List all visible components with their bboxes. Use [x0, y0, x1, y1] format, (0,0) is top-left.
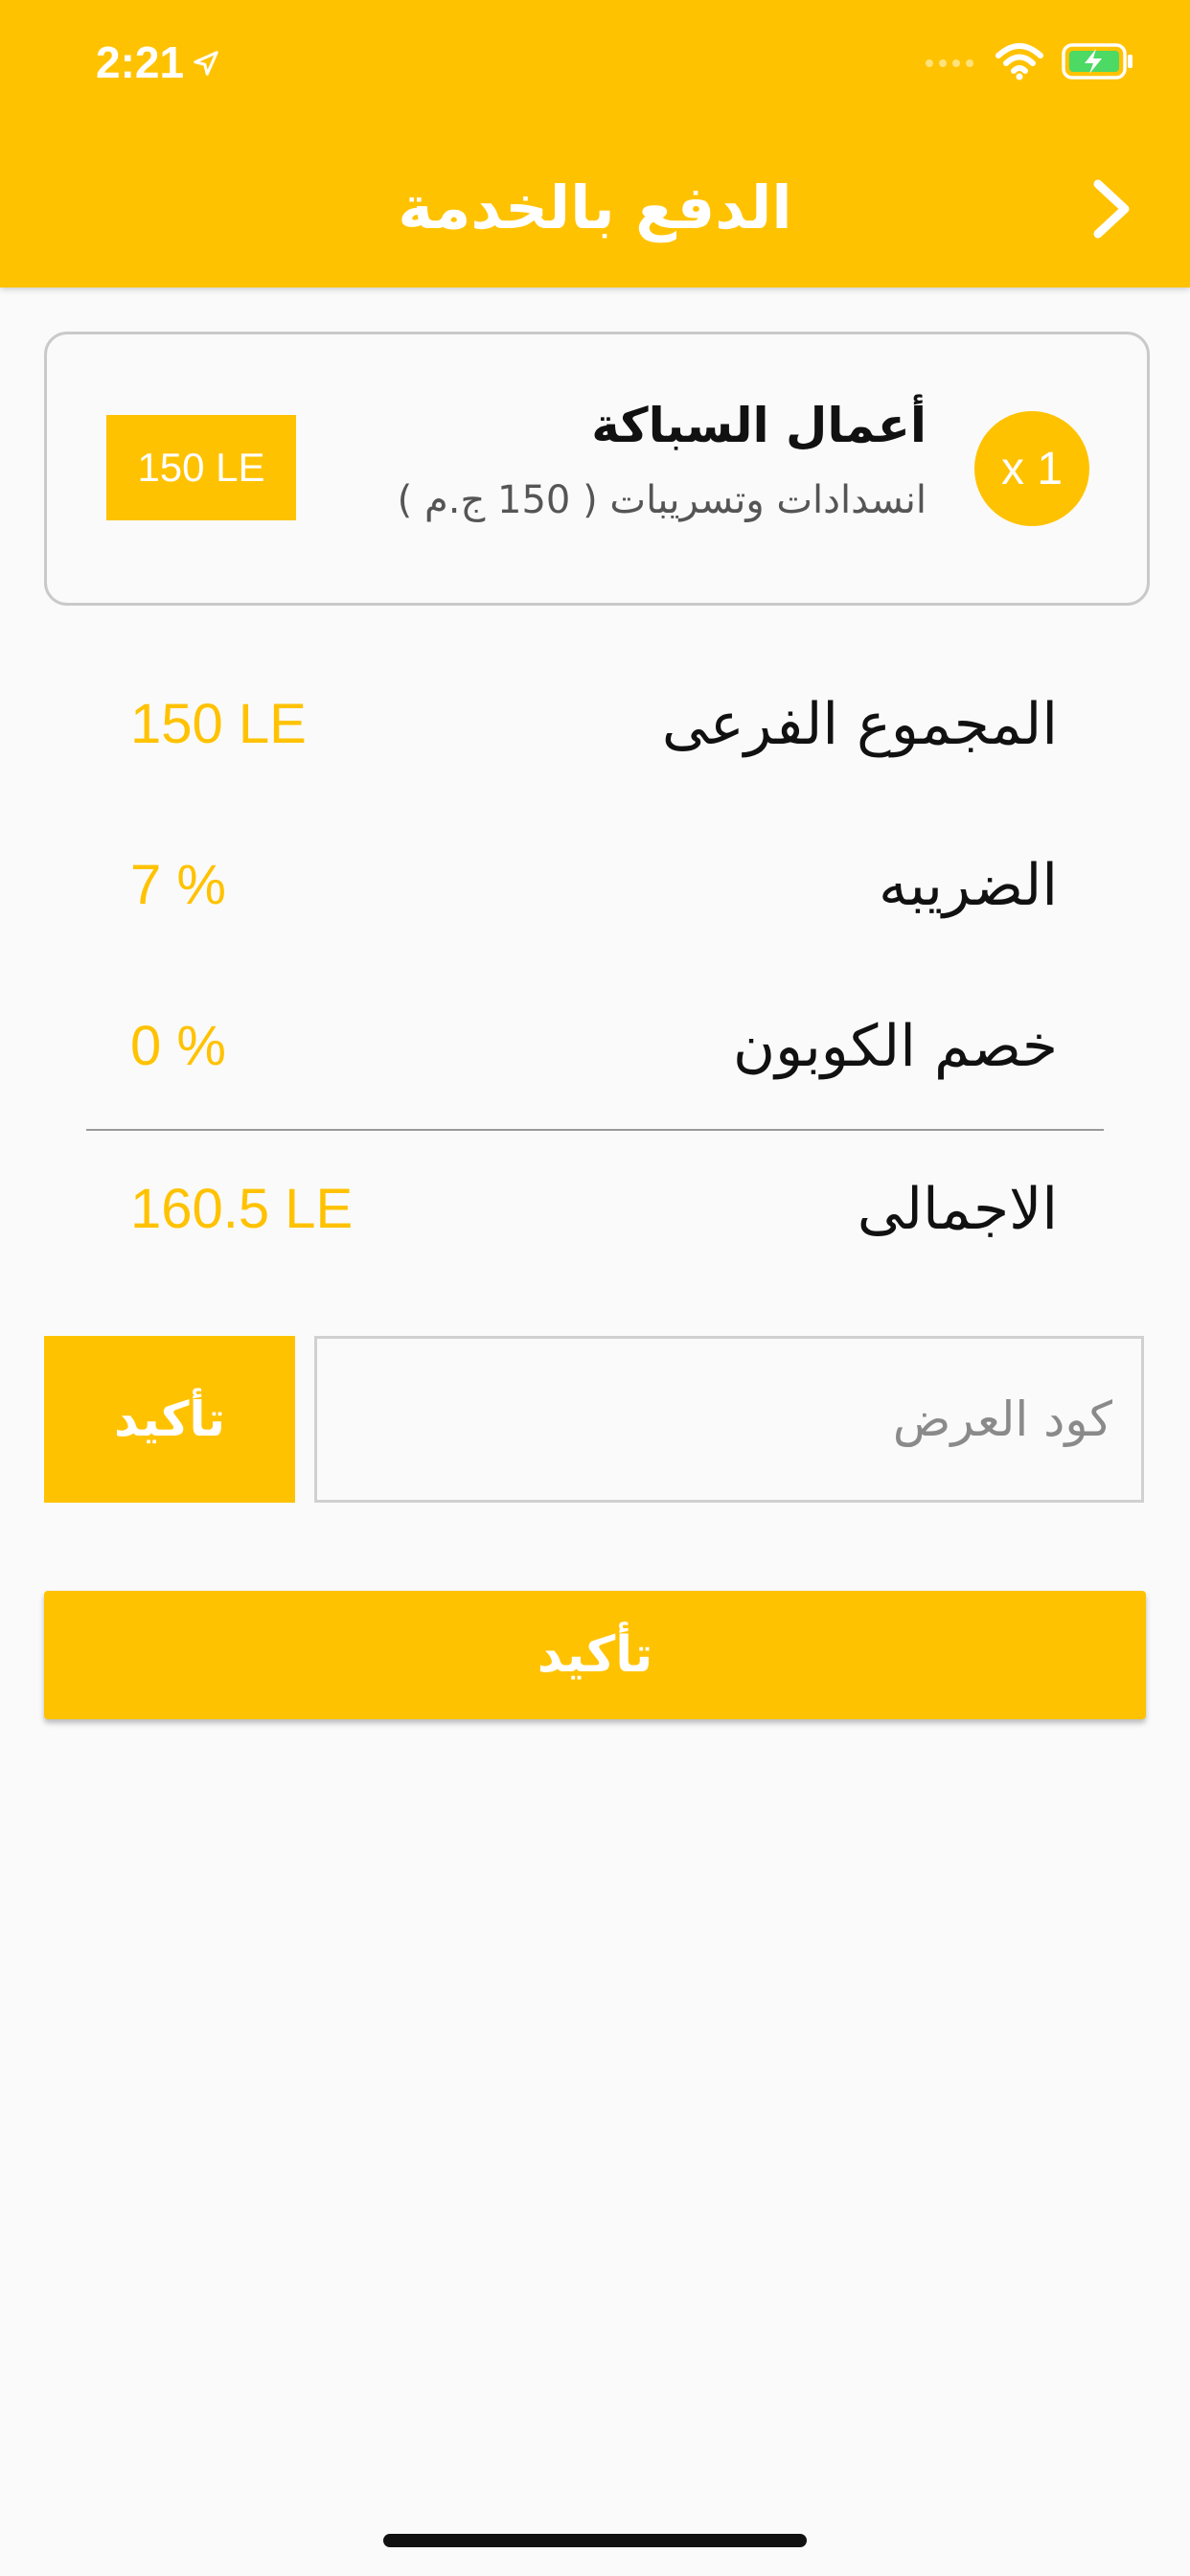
- home-indicator: [383, 2534, 807, 2547]
- total-row: الاجمالى 160.5 LE: [86, 1162, 1058, 1257]
- back-button[interactable]: [1073, 172, 1150, 249]
- tax-label: الضريبه: [878, 852, 1058, 919]
- page-title: الدفع بالخدمة: [398, 172, 792, 242]
- status-bar-icons: [924, 42, 1134, 84]
- confirm-button[interactable]: تأكيد: [44, 1591, 1146, 1719]
- service-description: انسدادات وتسريبات ( 150 ج.م ): [397, 478, 927, 522]
- quantity-badge: x 1: [974, 411, 1089, 526]
- subtotal-value: 150 LE: [130, 693, 307, 755]
- status-time-text: 2:21: [96, 37, 185, 87]
- order-item-card: x 1 أعمال السباكة انسدادات وتسريبات ( 15…: [44, 332, 1150, 606]
- coupon-discount-value: 0 %: [130, 1015, 226, 1077]
- signal-icon: [924, 52, 977, 75]
- promo-code-input[interactable]: [314, 1336, 1144, 1503]
- app-header: 2:21 الدفع بالخدمة: [0, 0, 1190, 288]
- location-arrow-icon: [192, 36, 220, 88]
- battery-charging-icon: [1062, 43, 1134, 83]
- total-value: 160.5 LE: [130, 1178, 354, 1240]
- tax-value: 7 %: [130, 854, 226, 916]
- wifi-icon: [995, 42, 1044, 84]
- tax-row: الضريبه 7 %: [86, 838, 1058, 933]
- coupon-discount-label: خصم الكوبون: [733, 1013, 1058, 1080]
- subtotal-row: المجموع الفرعى 150 LE: [86, 677, 1058, 772]
- chevron-right-icon: [1090, 178, 1133, 243]
- total-label: الاجمالى: [857, 1176, 1058, 1243]
- service-name: أعمال السباكة: [591, 398, 927, 453]
- item-price-badge: 150 LE: [106, 415, 296, 520]
- status-bar-time: 2:21: [96, 36, 220, 88]
- summary-divider: [86, 1129, 1104, 1131]
- coupon-discount-row: خصم الكوبون 0 %: [86, 999, 1058, 1094]
- apply-coupon-button[interactable]: تأكيد: [44, 1336, 295, 1503]
- subtotal-label: المجموع الفرعى: [661, 691, 1058, 758]
